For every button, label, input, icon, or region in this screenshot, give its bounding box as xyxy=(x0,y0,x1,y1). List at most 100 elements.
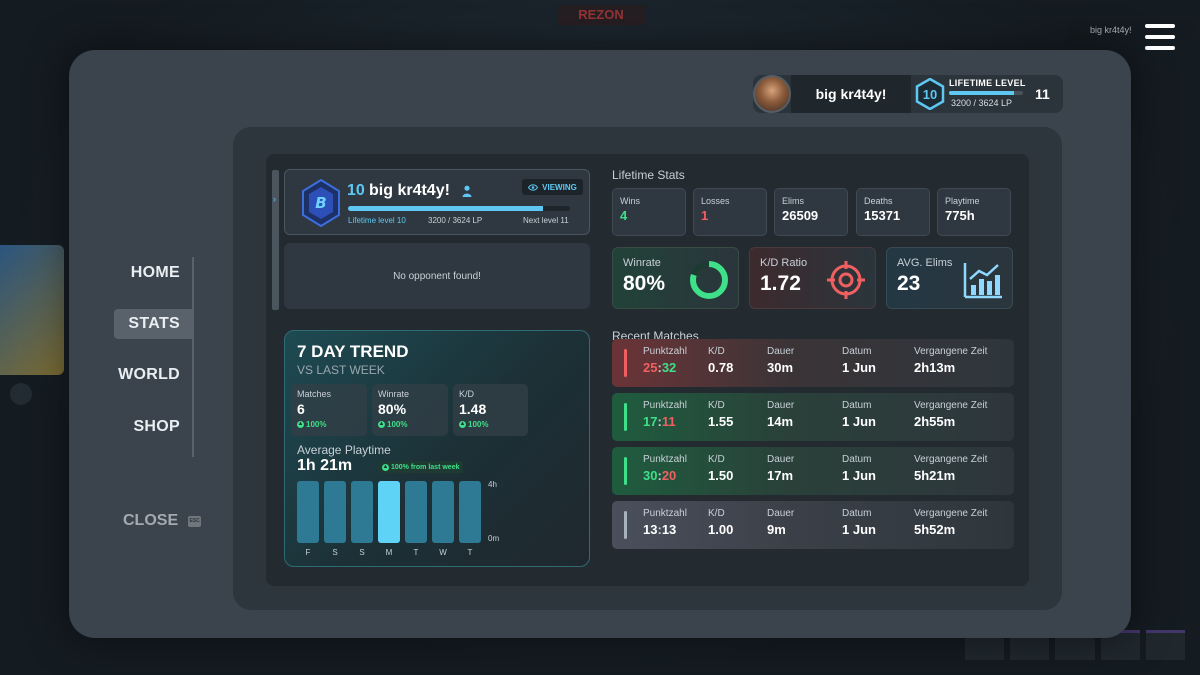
match-column-label: Dauer xyxy=(767,454,795,465)
match-duration-cell: Dauer 17m xyxy=(767,454,794,483)
close-button[interactable]: CLOSE ESC xyxy=(123,512,202,530)
match-kd-cell: K/D 1.50 xyxy=(708,454,733,483)
stats-panel: › B 10 big kr4t4y! VIEWING Lifetime leve… xyxy=(233,127,1062,610)
match-kd-value: 1.00 xyxy=(708,522,734,537)
player-card-level-text: Lifetime level 10 xyxy=(348,216,406,225)
match-column-label: K/D xyxy=(708,400,725,411)
match-column-label: Punktzahl xyxy=(643,346,687,357)
match-column-label: K/D xyxy=(708,454,725,465)
match-column-label: Dauer xyxy=(767,508,795,519)
background-logo: REZON xyxy=(557,5,645,25)
stat-value: 26509 xyxy=(782,208,819,223)
stat-value: 1 xyxy=(701,208,709,223)
match-date-value: 1 Jun xyxy=(842,468,876,483)
day-tick-label: T xyxy=(414,548,419,557)
stats-modal: big kr4t4y! 10 LIFETIME LEVEL 3200 / 362… xyxy=(69,50,1131,638)
match-result-indicator xyxy=(624,403,627,431)
trend-title: 7 DAY TREND xyxy=(297,342,409,361)
playtime-bar xyxy=(324,481,346,543)
match-duration-cell: Dauer 9m xyxy=(767,508,794,537)
day-tick-label: S xyxy=(332,548,337,557)
match-kd-cell: K/D 1.00 xyxy=(708,508,733,537)
trend-winrate-card: Winrate 80% ▲ 100% xyxy=(372,384,448,436)
avg-playtime-delta: ▲ 100% from last week xyxy=(378,461,464,473)
nav-stats[interactable]: STATS xyxy=(114,309,194,339)
playtime-bar-chart: F S S M T W T 4h 0m xyxy=(297,480,499,557)
player-card[interactable]: B 10 big kr4t4y! VIEWING Lifetime level … xyxy=(284,169,590,235)
y-axis-tick-label: 4h xyxy=(488,480,497,489)
stat-value: 15371 xyxy=(864,208,901,223)
chevron-right-icon[interactable]: › xyxy=(273,194,276,204)
arrow-up-icon: ▲ xyxy=(459,421,466,428)
day-tick-label: S xyxy=(359,548,364,557)
match-row[interactable]: Punktzahl 30:20 K/D 1.50 Dauer 17m Datum 1 Jun V… xyxy=(612,447,1014,495)
trend-card-delta: ▲ 100% xyxy=(378,420,408,429)
stat-label: Losses xyxy=(701,196,730,206)
stat-label: Playtime xyxy=(945,196,980,206)
stats-content: › B 10 big kr4t4y! VIEWING Lifetime leve… xyxy=(266,154,1029,586)
match-duration-cell: Dauer 14m xyxy=(767,400,794,429)
match-column-label: K/D xyxy=(708,346,725,357)
scrollbar[interactable] xyxy=(272,170,279,310)
trend-card-label: Matches xyxy=(297,389,332,399)
trend-card-value: 1.48 xyxy=(459,401,487,417)
avatar[interactable] xyxy=(753,75,791,113)
lifetime-progress-bar xyxy=(949,91,1023,95)
match-column-label: Vergangene Zeit xyxy=(914,454,988,465)
nav-world[interactable]: WORLD xyxy=(104,360,194,390)
match-row[interactable]: Punktzahl 17:11 K/D 1.55 Dauer 14m Datum 1 Jun V… xyxy=(612,393,1014,441)
match-score-cell: Punktzahl 25:32 xyxy=(643,346,687,375)
match-score-cell: Punktzahl 17:11 xyxy=(643,400,687,429)
background-map-thumbnail xyxy=(0,245,64,375)
y-axis-tick-label: 0m xyxy=(488,534,499,543)
match-elapsed-cell: Vergangene Zeit 2h13m xyxy=(914,346,987,375)
menu-icon[interactable] xyxy=(1145,24,1175,50)
eye-icon xyxy=(528,183,539,191)
match-column-label: Vergangene Zeit xyxy=(914,400,988,411)
nav-divider xyxy=(192,257,194,457)
lifetime-stats-title: Lifetime Stats xyxy=(612,168,685,182)
profile-name: big kr4t4y! xyxy=(791,75,911,113)
match-column-label: Datum xyxy=(842,454,872,465)
match-kd-cell: K/D 1.55 xyxy=(708,400,733,429)
match-result-indicator xyxy=(624,349,627,377)
player-card-progress xyxy=(348,206,570,211)
trend-subtitle: VS LAST WEEK xyxy=(297,363,385,377)
background-player-tag: big kr4t4y! xyxy=(1068,20,1194,40)
background-home-icon xyxy=(10,383,32,405)
match-duration-value: 30m xyxy=(767,360,794,375)
stat-elims: Elims 26509 xyxy=(774,188,848,236)
arrow-up-icon: ▲ xyxy=(382,463,389,471)
match-column-label: Punktzahl xyxy=(643,454,687,465)
close-label: CLOSE xyxy=(123,512,179,529)
match-date-cell: Datum 1 Jun xyxy=(842,508,876,537)
trend-card-label: Winrate xyxy=(378,389,410,399)
match-date-value: 1 Jun xyxy=(842,522,876,537)
match-elapsed-cell: Vergangene Zeit 5h52m xyxy=(914,508,987,537)
match-score-cell: Punktzahl 30:20 xyxy=(643,454,687,483)
nav-shop[interactable]: SHOP xyxy=(119,412,194,442)
match-column-label: Vergangene Zeit xyxy=(914,346,988,357)
player-card-level: 10 xyxy=(347,182,365,199)
trend-kd-card: K/D 1.48 ▲ 100% xyxy=(453,384,528,436)
stat-value: 775h xyxy=(945,208,975,223)
playtime-bar xyxy=(297,481,319,543)
nav-home[interactable]: HOME xyxy=(117,258,194,288)
crosshair-icon xyxy=(827,261,865,299)
level-number: 10 xyxy=(922,86,938,102)
match-row[interactable]: Punktzahl 25:32 K/D 0.78 Dauer 30m Datum 1 Jun V… xyxy=(612,339,1014,387)
match-date-value: 1 Jun xyxy=(842,360,876,375)
match-row[interactable]: Punktzahl 13:13 K/D 1.00 Dauer 9m Datum 1 Jun Ve… xyxy=(612,501,1014,549)
viewing-badge: VIEWING xyxy=(522,179,583,195)
avg-playtime-label: Average Playtime xyxy=(297,443,391,457)
match-date-cell: Datum 1 Jun xyxy=(842,454,876,483)
day-tick-label: F xyxy=(306,548,311,557)
day-tick-label: T xyxy=(468,548,473,557)
level-hexagon-icon: 10 xyxy=(915,78,945,110)
match-elapsed-value: 2h13m xyxy=(914,360,956,375)
match-column-label: Dauer xyxy=(767,400,795,411)
playtime-bar xyxy=(378,481,400,543)
day-tick-label: M xyxy=(386,548,393,557)
trend-card-value: 6 xyxy=(297,401,305,417)
match-score-value: 17:11 xyxy=(643,414,676,429)
